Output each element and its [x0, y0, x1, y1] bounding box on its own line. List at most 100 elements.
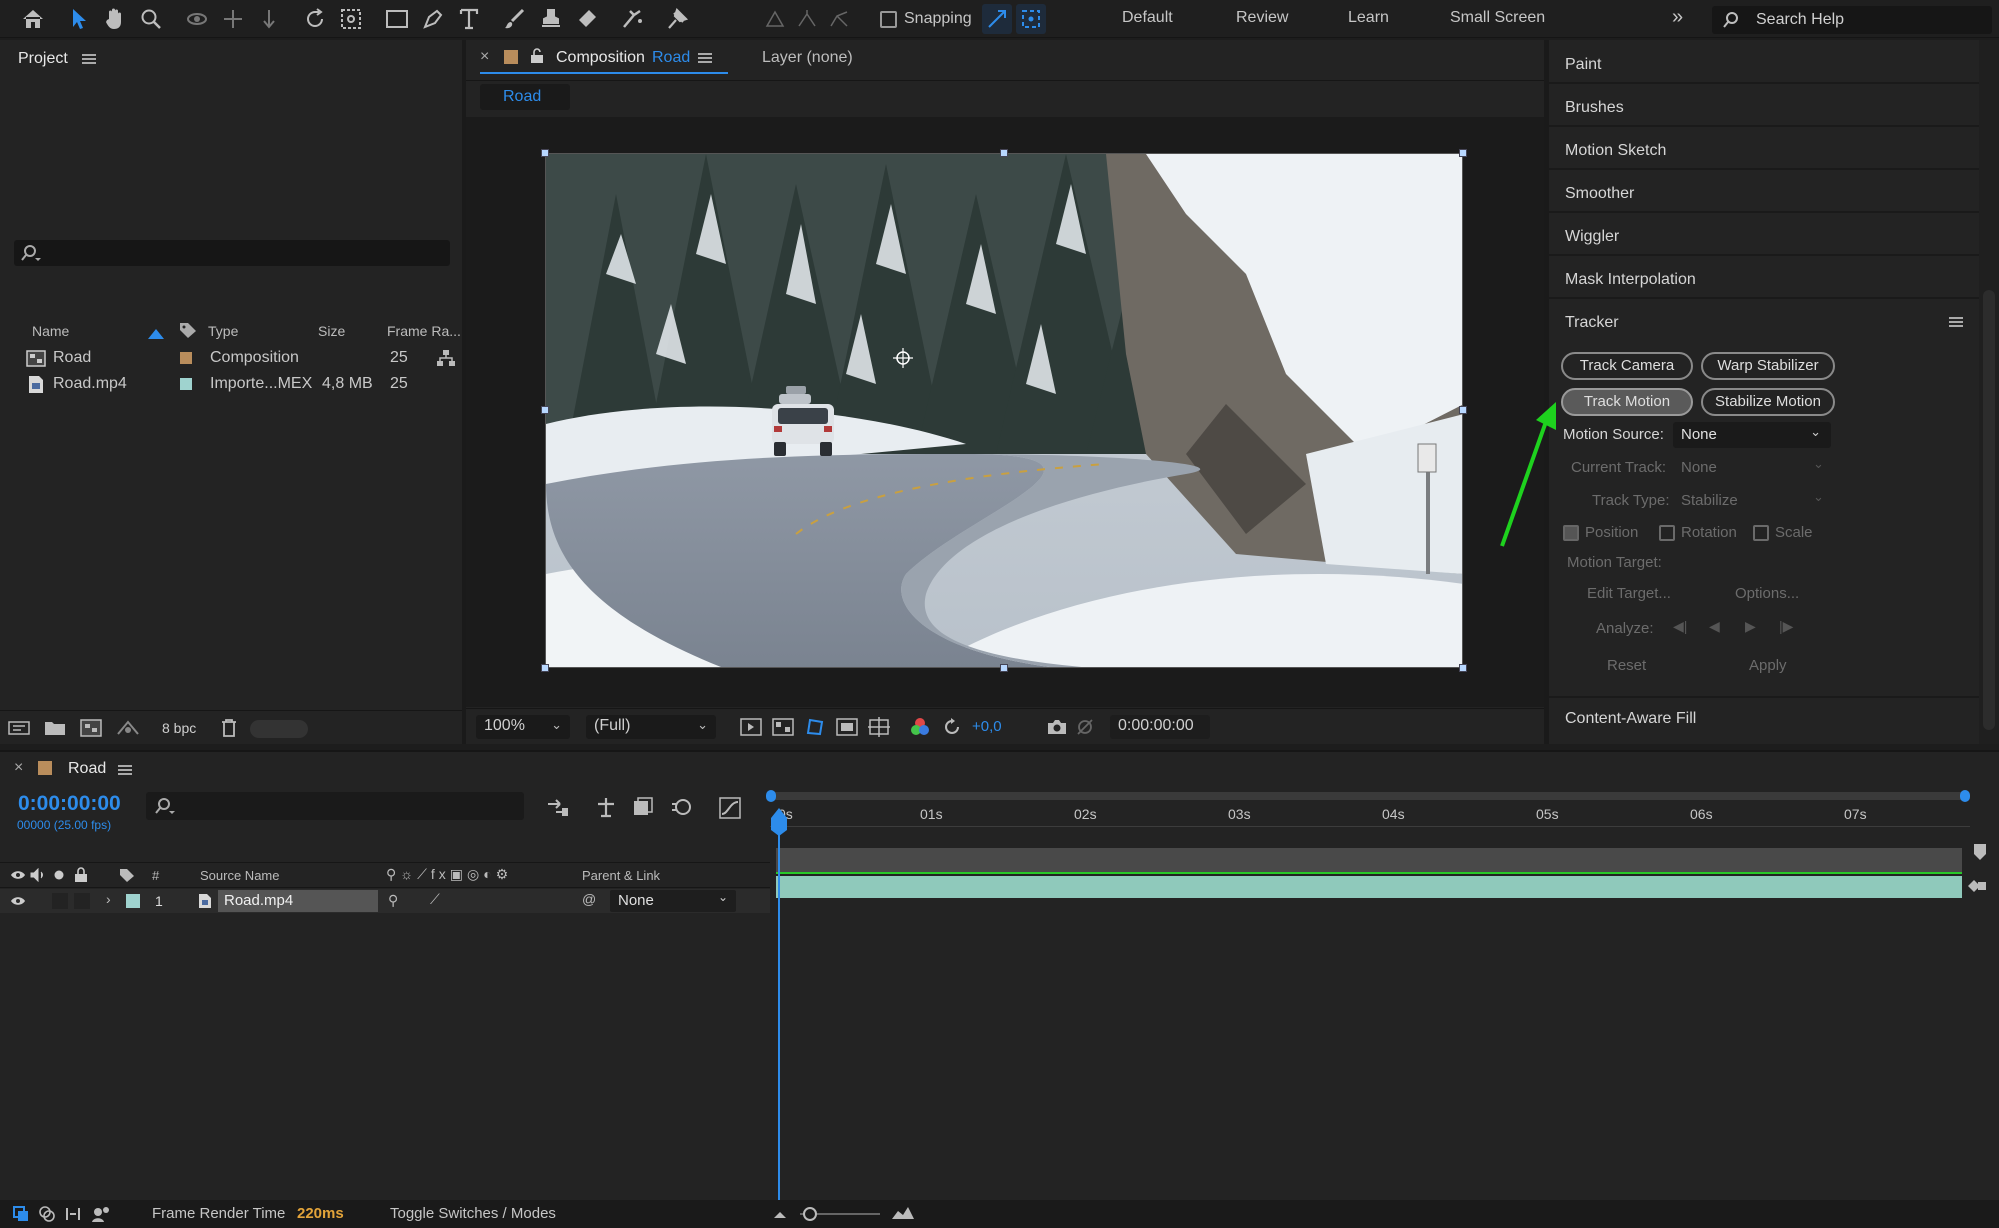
eraser-tool-icon[interactable] — [572, 4, 602, 34]
motion-source-dropdown[interactable]: None ⌄ — [1673, 422, 1831, 448]
puppet-pin-tool-icon[interactable] — [662, 4, 692, 34]
column-parent-link[interactable]: Parent & Link — [582, 868, 660, 883]
grid-guides-icon[interactable] — [868, 716, 890, 738]
pan-camera-icon[interactable] — [218, 4, 248, 34]
transform-handle[interactable] — [541, 664, 549, 672]
edit-target-button[interactable]: Edit Target... — [1587, 585, 1671, 602]
timeline-search-input[interactable] — [146, 792, 524, 820]
snap-features-icon[interactable] — [1016, 4, 1046, 34]
panel-content-aware-fill[interactable]: Content-Aware Fill — [1549, 696, 1979, 744]
scale-checkbox[interactable] — [1753, 525, 1769, 541]
frame-blending-icon[interactable] — [632, 796, 654, 818]
transfer-controls-icon[interactable] — [38, 1205, 56, 1223]
chevron-right-icon[interactable]: › — [106, 891, 111, 907]
close-tab-icon[interactable]: × — [14, 759, 23, 777]
playhead-line[interactable] — [778, 830, 780, 1200]
panel-smoother[interactable]: Smoother — [1549, 173, 1979, 213]
exposure-value[interactable]: +0,0 — [972, 718, 1002, 735]
axis-view-icon[interactable] — [824, 4, 854, 34]
region-of-interest-icon[interactable] — [836, 717, 858, 737]
analyze-backward-all-icon[interactable]: ◀ — [1709, 618, 1720, 635]
timeline-current-time[interactable]: 0:00:00:00 — [18, 792, 121, 816]
new-folder-icon[interactable] — [44, 719, 66, 737]
column-name[interactable]: Name — [32, 323, 69, 339]
tracker-menu-icon[interactable] — [1949, 317, 1963, 327]
transform-handle[interactable] — [541, 406, 549, 414]
anchor-point-crosshair-icon[interactable] — [892, 347, 914, 369]
comp-end-marker-icon[interactable] — [1972, 842, 1988, 862]
timeline-menu-icon[interactable] — [118, 765, 132, 775]
work-area-end-handle[interactable] — [1960, 790, 1970, 802]
motion-blur-icon[interactable] — [670, 796, 692, 818]
column-type[interactable]: Type — [208, 323, 238, 339]
hand-tool-icon[interactable] — [100, 4, 130, 34]
rotate-tool-icon[interactable] — [300, 4, 330, 34]
zoom-tool-icon[interactable] — [136, 4, 166, 34]
list-item[interactable]: Road.mp4 Importe...MEX 4,8 MB 25 — [0, 371, 455, 397]
label-color-swatch[interactable] — [180, 352, 192, 364]
show-channel-icon[interactable] — [910, 717, 930, 737]
rectangle-tool-icon[interactable] — [382, 4, 412, 34]
keyframe-navigator-icon[interactable] — [1964, 876, 1988, 896]
project-panel-menu-icon[interactable] — [82, 54, 96, 64]
layer-row[interactable]: › 1 Road.mp4 ⚲ ⟋ @ None ⌄ — [0, 889, 770, 913]
magnification-dropdown[interactable]: 100% ⌄ — [476, 715, 570, 739]
rotation-checkbox[interactable] — [1659, 525, 1675, 541]
workspace-review[interactable]: Review — [1236, 9, 1288, 27]
analyze-backward-icon[interactable]: ◀| — [1673, 618, 1687, 635]
scrollbar-thumb[interactable] — [1983, 290, 1995, 730]
breadcrumb[interactable]: Road — [480, 84, 570, 110]
brush-tool-icon[interactable] — [500, 4, 530, 34]
draft-3d-icon[interactable] — [594, 796, 618, 818]
project-panel-title[interactable]: Project — [18, 50, 68, 68]
close-tab-icon[interactable]: × — [480, 48, 489, 66]
workspace-learn[interactable]: Learn — [1348, 9, 1389, 27]
current-time-field[interactable]: 0:00:00:00 — [1110, 715, 1210, 739]
zoom-out-icon[interactable] — [772, 1208, 788, 1220]
warp-stabilizer-button[interactable]: Warp Stabilizer — [1701, 352, 1835, 380]
transform-handle[interactable] — [1459, 664, 1467, 672]
label-tag-icon[interactable] — [118, 867, 136, 883]
roto-brush-tool-icon[interactable] — [618, 4, 648, 34]
graph-editor-icon[interactable] — [718, 796, 742, 820]
work-area-start-handle[interactable] — [766, 790, 776, 802]
position-checkbox[interactable] — [1563, 525, 1579, 541]
snapping-checkbox[interactable] — [880, 11, 897, 28]
in-out-duration-icon[interactable] — [64, 1205, 82, 1223]
snapshot-camera-icon[interactable] — [1046, 717, 1068, 737]
column-frame-rate[interactable]: Frame Ra... — [387, 323, 461, 339]
zoom-slider-thumb[interactable] — [803, 1207, 817, 1221]
sort-ascending-icon[interactable] — [148, 329, 164, 339]
solo-icon[interactable] — [54, 870, 64, 880]
snap-edges-icon[interactable] — [982, 4, 1012, 34]
anchor-point-tool-icon[interactable] — [336, 4, 366, 34]
reset-exposure-icon[interactable] — [942, 717, 962, 737]
workspace-overflow-icon[interactable]: » — [1672, 6, 1683, 29]
axis-world-icon[interactable] — [792, 4, 822, 34]
composition-panel-menu-icon[interactable] — [698, 53, 712, 63]
mask-visibility-icon[interactable] — [804, 717, 826, 737]
track-camera-button[interactable]: Track Camera — [1561, 352, 1693, 380]
panel-brushes[interactable]: Brushes — [1549, 87, 1979, 127]
project-search-input[interactable] — [14, 240, 450, 266]
selection-tool-icon[interactable] — [64, 4, 94, 34]
pen-tool-icon[interactable] — [418, 4, 448, 34]
panel-mask-interpolation[interactable]: Mask Interpolation — [1549, 259, 1979, 299]
analyze-forward-all-icon[interactable]: ▶ — [1745, 618, 1756, 635]
search-help-field[interactable]: Search Help — [1712, 6, 1992, 34]
new-composition-icon[interactable] — [80, 718, 102, 738]
lock-toggle[interactable] — [74, 893, 90, 909]
show-snapshot-icon[interactable] — [1074, 717, 1096, 737]
layer-switches-icon[interactable] — [12, 1205, 30, 1223]
current-track-value[interactable]: None — [1681, 459, 1717, 476]
layer-tab[interactable]: Layer (none) — [762, 49, 853, 67]
lock-icon[interactable] — [74, 867, 88, 883]
eye-icon[interactable] — [10, 869, 26, 881]
interpret-footage-icon[interactable] — [8, 719, 30, 737]
orbit-camera-icon[interactable] — [182, 4, 212, 34]
time-ruler[interactable]: 0s 01s 02s 03s 04s 05s 06s 07s — [766, 790, 1980, 876]
flowchart-icon[interactable] — [436, 349, 456, 367]
right-panel-scrollbar[interactable] — [1979, 40, 1999, 744]
type-tool-icon[interactable] — [454, 4, 484, 34]
transparency-grid-icon[interactable] — [772, 717, 794, 737]
